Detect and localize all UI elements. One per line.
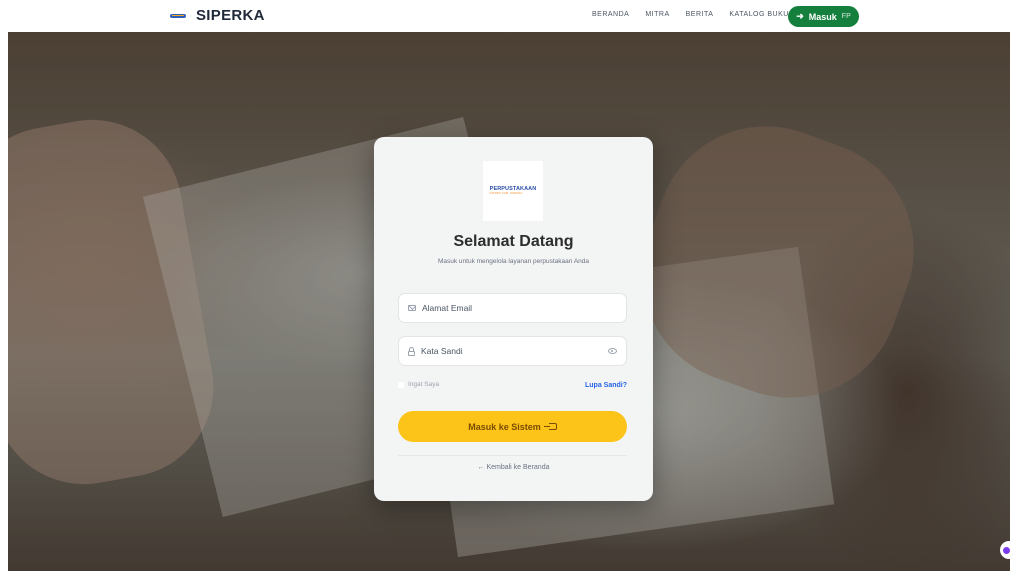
brand[interactable]: SIPERKA: [170, 7, 265, 24]
nav-link-beranda[interactable]: BERANDA: [592, 11, 629, 18]
email-field[interactable]: [398, 293, 627, 323]
login-card: PERPUSTAKAAN DISTRIK KAB. SORONG Selamat…: [374, 137, 653, 501]
nav-links: BERANDA MITRA BERITA KATALOG BUKU: [592, 9, 798, 18]
login-submit-button[interactable]: Masuk ke Sistem: [398, 411, 627, 442]
remember-me-checkbox[interactable]: Ingat Saya: [398, 381, 439, 388]
enter-icon: [543, 423, 557, 430]
brand-logo-icon: [170, 13, 186, 18]
forgot-password-link[interactable]: Lupa Sandi?: [585, 382, 627, 389]
divider: [398, 455, 627, 456]
eye-icon[interactable]: [608, 348, 617, 354]
brand-name: SIPERKA: [196, 7, 265, 24]
lock-icon: [408, 346, 415, 356]
nav-login-label: Masuk: [808, 11, 837, 22]
library-logo-subtext: DISTRIK KAB. SORONG: [489, 192, 523, 196]
login-arrow-icon: ➜: [796, 11, 804, 21]
nav-link-mitra[interactable]: MITRA: [645, 11, 669, 18]
back-to-home-link[interactable]: ← Kembali ke Beranda: [374, 464, 653, 471]
widget-dot-icon: [1003, 546, 1010, 554]
nav-dropdown-katalog[interactable]: KATALOG BUKU: [729, 9, 798, 18]
password-input[interactable]: [421, 346, 602, 356]
nav-login-button[interactable]: ➜ Masuk FP: [788, 6, 859, 27]
login-subtitle: Masuk untuk mengelola layanan perpustaka…: [437, 258, 590, 265]
login-title: Selamat Datang: [453, 233, 574, 250]
nav-link-berita[interactable]: BERITA: [686, 11, 714, 18]
mail-icon: [408, 305, 416, 311]
nav-dropdown-katalog-label: KATALOG BUKU: [729, 11, 789, 18]
password-field[interactable]: [398, 336, 627, 366]
top-navbar: SIPERKA BERANDA MITRA BERITA KATALOG BUK…: [0, 0, 1010, 32]
checkbox-box[interactable]: [398, 381, 404, 388]
remember-me-label: Ingat Saya: [408, 381, 440, 388]
email-input[interactable]: [422, 303, 617, 313]
login-submit-label: Masuk ke Sistem: [468, 421, 541, 432]
nav-login-suffix: FP: [841, 13, 851, 20]
library-logo: PERPUSTAKAAN DISTRIK KAB. SORONG: [483, 161, 543, 221]
